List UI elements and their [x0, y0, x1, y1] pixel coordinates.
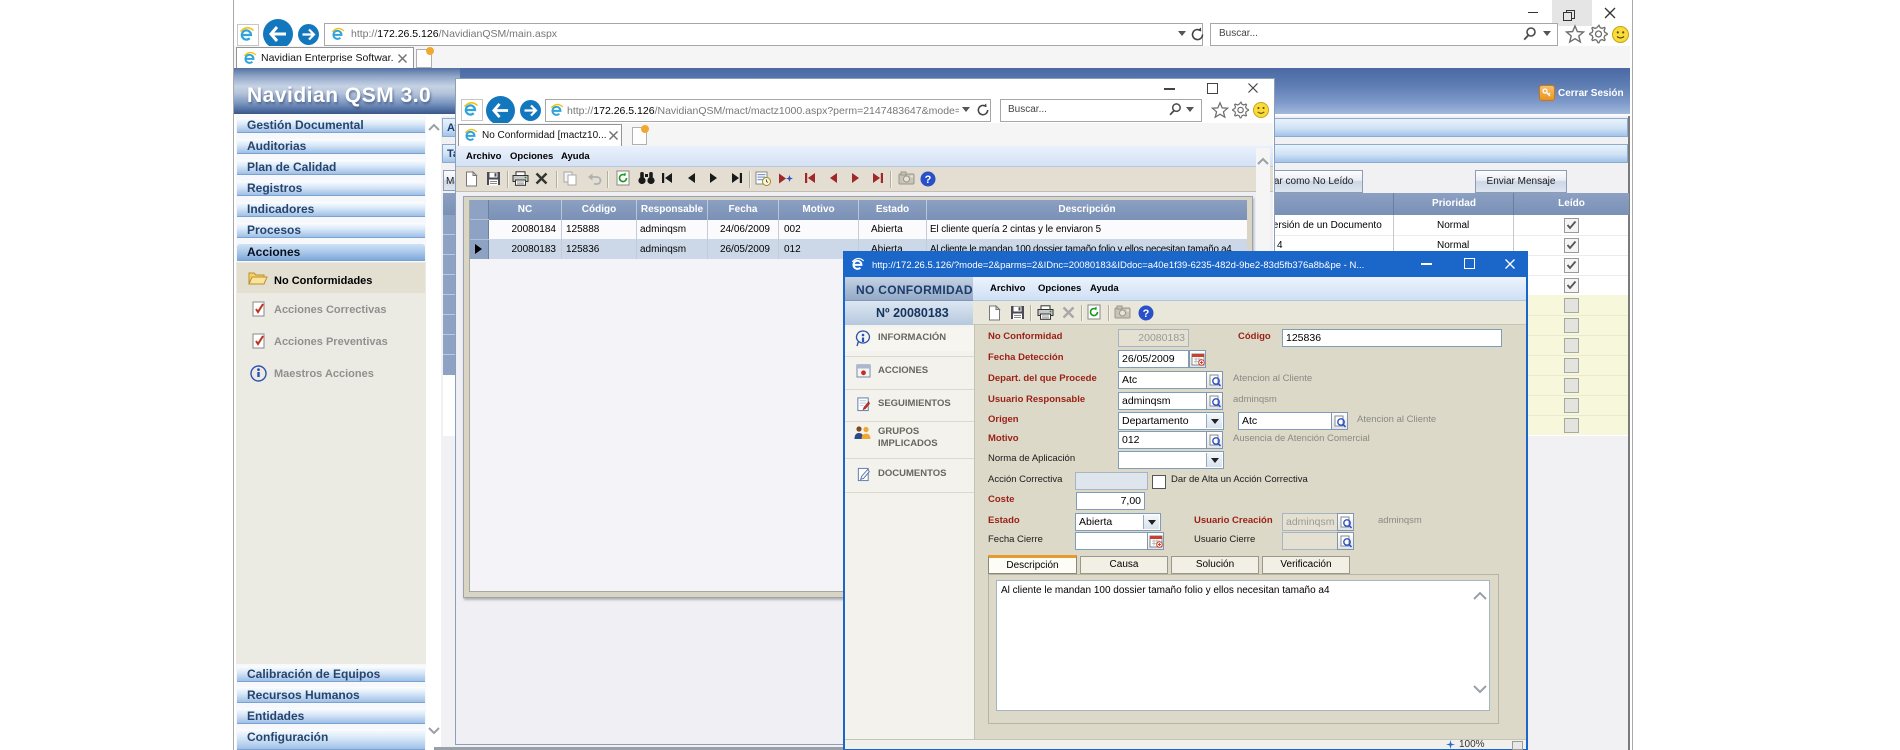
svg-text:?: ?	[1143, 308, 1150, 320]
svg-text:?: ?	[925, 174, 932, 186]
